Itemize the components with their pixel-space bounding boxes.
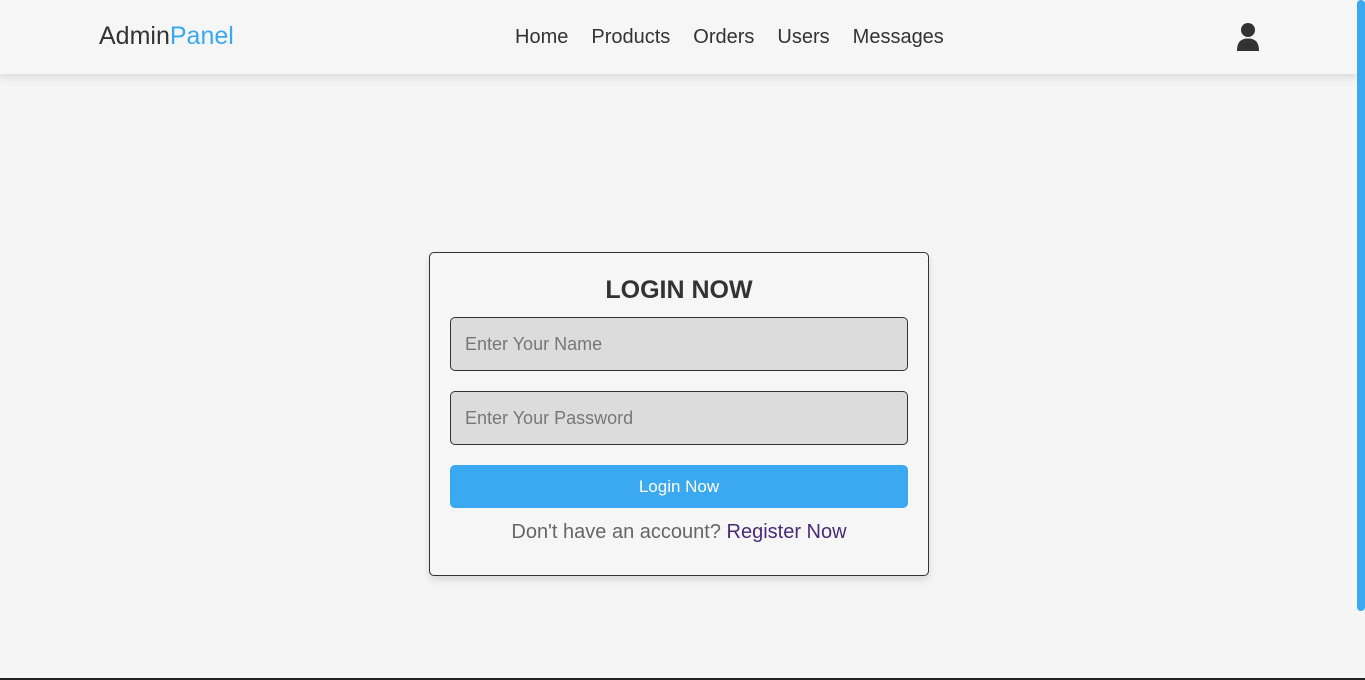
scrollbar-thumb[interactable] — [1357, 0, 1365, 611]
login-form: LOGIN NOW Login Now Don't have an accoun… — [429, 252, 929, 576]
nav-link-users[interactable]: Users — [777, 24, 829, 50]
register-prompt-row: Don't have an account? Register Now — [430, 519, 928, 545]
form-title: LOGIN NOW — [605, 276, 753, 304]
logo-link[interactable]: AdminPanel — [99, 20, 234, 52]
nav-link-orders[interactable]: Orders — [693, 24, 754, 50]
nav-link-home[interactable]: Home — [515, 24, 568, 50]
register-prompt-text: Don't have an account? — [511, 521, 721, 543]
nav-link-messages[interactable]: Messages — [853, 24, 944, 50]
nav-link-products[interactable]: Products — [591, 24, 670, 50]
main-nav: Home Products Orders Users Messages — [515, 24, 944, 50]
logo-text-admin: Admin — [99, 22, 170, 50]
user-icon-graphic — [1237, 23, 1259, 51]
register-link[interactable]: Register Now — [727, 521, 847, 543]
password-input[interactable] — [450, 391, 908, 445]
name-input[interactable] — [450, 317, 908, 371]
logo-text-panel: Panel — [169, 22, 234, 50]
top-header: AdminPanel Home Products Orders Users Me… — [0, 0, 1357, 74]
user-icon[interactable] — [1234, 22, 1262, 52]
login-button[interactable]: Login Now — [450, 465, 908, 508]
